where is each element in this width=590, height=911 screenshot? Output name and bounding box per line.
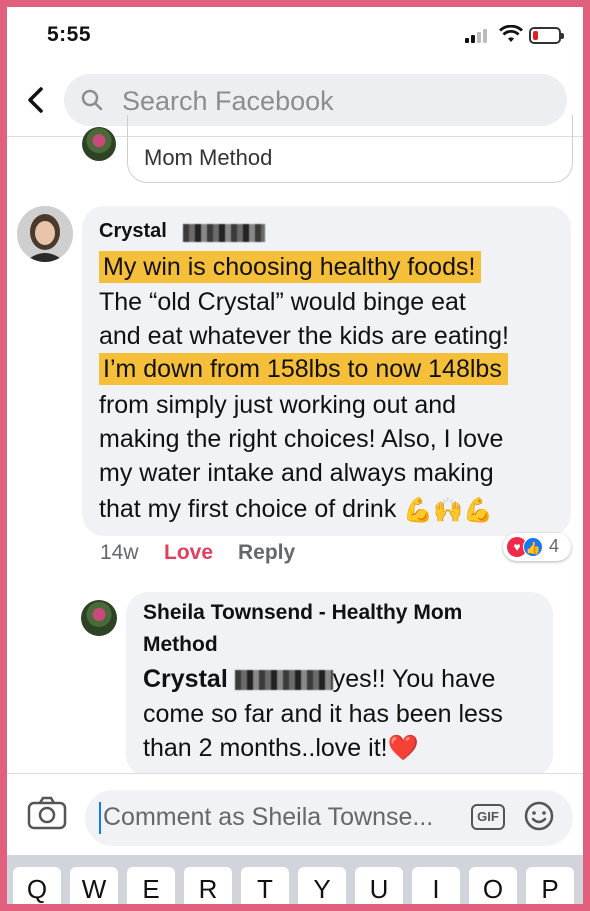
key-q[interactable]: Q — [13, 867, 61, 904]
previous-comment-avatar[interactable] — [82, 127, 116, 161]
key-p[interactable]: P — [526, 867, 574, 904]
key-o[interactable]: O — [469, 867, 517, 904]
reaction-summary[interactable]: ♥ 👍 4 — [503, 533, 571, 561]
key-w[interactable]: W — [70, 867, 118, 904]
search-icon — [81, 89, 103, 111]
reply-line: come so far and it has been less — [143, 700, 503, 728]
key-e[interactable]: E — [127, 867, 175, 904]
flexed-arms-emoji-icon: 💪🙌💪 — [403, 496, 493, 524]
key-u[interactable]: U — [355, 867, 403, 904]
key-t[interactable]: T — [241, 867, 289, 904]
reply-avatar[interactable] — [81, 600, 117, 636]
mention-link[interactable]: Crystal — [143, 665, 228, 693]
status-bar: 5:55 — [7, 7, 583, 63]
comment-line: My win is choosing healthy foods! — [99, 251, 482, 283]
battery-icon — [529, 27, 564, 44]
comment-line: I’m down from 158lbs to now 148lbs — [99, 353, 508, 385]
keyboard: Q W E R T Y U I O P — [7, 855, 583, 904]
comment-line: making the right choices! Also, I love — [99, 425, 504, 453]
reply-text: yes!! You have — [332, 665, 496, 693]
comment-line: and eat whatever the kids are eating! — [99, 322, 509, 350]
cellular-signal-icon — [465, 29, 491, 43]
text-caret — [99, 802, 101, 834]
search-placeholder: Search Facebook — [122, 86, 334, 116]
avatar[interactable] — [17, 206, 73, 262]
wifi-icon — [499, 25, 523, 42]
comment-line: my water intake and always making — [99, 459, 494, 487]
comment-line: The “old Crystal” would binge eat — [99, 288, 466, 316]
reply-line: Crystal yes!! You have — [143, 665, 495, 694]
reply-text: than 2 months..love it! — [143, 734, 388, 762]
reply-author-continued[interactable]: Method — [143, 633, 218, 657]
comment-input[interactable]: Comment as Sheila Townse... GIF — [85, 790, 573, 846]
status-time: 5:55 — [47, 23, 92, 46]
key-r[interactable]: R — [184, 867, 232, 904]
reply-line: than 2 months..love it!❤️ — [143, 734, 419, 763]
gif-button[interactable]: GIF — [471, 804, 505, 830]
redacted-name — [183, 224, 265, 242]
back-arrow-icon[interactable] — [23, 85, 51, 115]
key-i[interactable]: I — [412, 867, 460, 904]
reply-button[interactable]: Reply — [238, 541, 295, 565]
redacted-name — [234, 670, 333, 691]
comment-placeholder: Comment as Sheila Townse... — [103, 803, 434, 831]
comment-author[interactable]: Crystal — [99, 220, 167, 243]
previous-comment-text: Mom Method — [144, 145, 273, 170]
camera-icon[interactable] — [27, 796, 67, 830]
emoji-smile-icon[interactable] — [523, 800, 555, 832]
comment-composer: Comment as Sheila Townse... GIF — [7, 773, 583, 855]
reaction-count: 4 — [549, 536, 560, 556]
comment-line: that my first choice of drink 💪🙌💪 — [99, 495, 493, 525]
key-y[interactable]: Y — [298, 867, 346, 904]
comment-timestamp: 14w — [100, 541, 139, 564]
reply-author[interactable]: Sheila Townsend - Healthy Mom — [143, 601, 462, 625]
like-reaction-icon: 👍 — [523, 537, 543, 557]
heart-emoji-icon: ❤️ — [387, 734, 419, 762]
comment-line: from simply just working out and — [99, 391, 457, 419]
comment-line-text: that my first choice of drink — [99, 495, 397, 523]
love-button[interactable]: Love — [164, 541, 213, 565]
phone-screen: 5:55 Search Facebook Mom Method Crystal … — [7, 7, 583, 904]
